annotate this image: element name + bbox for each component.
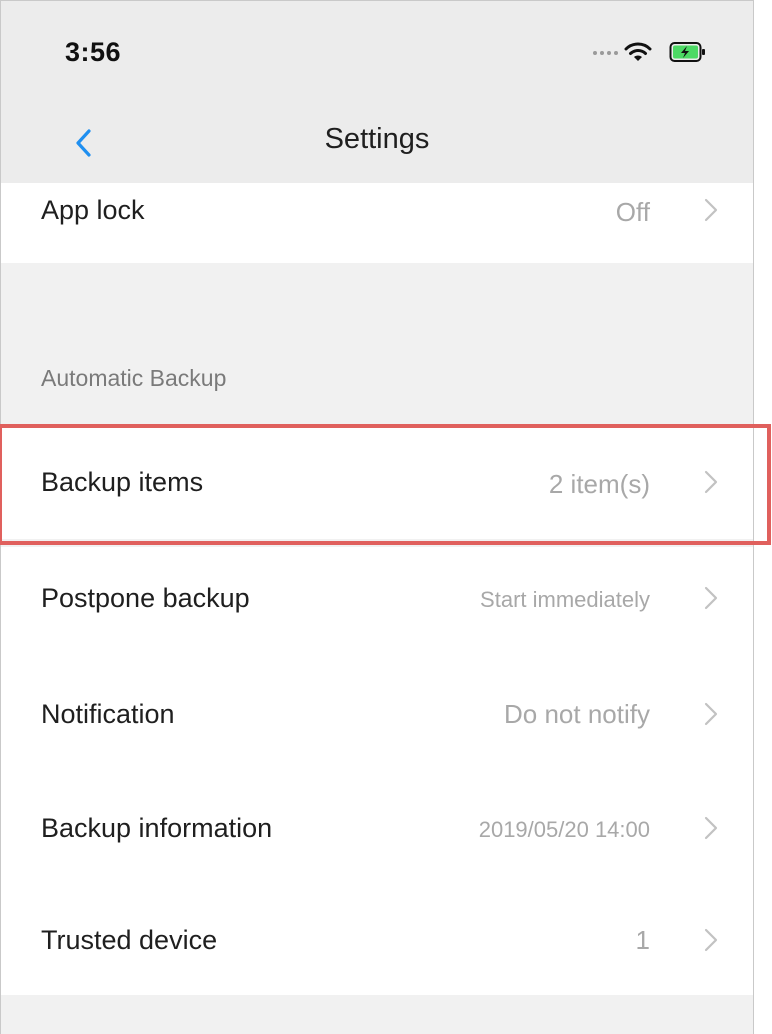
battery-charging-icon [669,42,705,62]
row-value: 1 [635,925,650,955]
chevron-right-icon [704,816,718,840]
trusted-device-row[interactable]: Trusted device 1 [1,883,753,995]
row-value: 2 item(s) [548,469,650,499]
row-label: Backup items [41,467,204,497]
postpone-backup-row[interactable]: Postpone backup Start immediately [1,547,753,659]
chevron-right-icon [704,928,718,952]
chevron-right-icon [704,586,718,610]
row-value: Off [615,197,650,227]
navigation-bar: Settings [1,101,753,183]
row-label: App lock [41,195,145,225]
row-value: Start immediately [480,587,650,612]
signal-icon [593,51,618,55]
section-header: Automatic Backup [41,365,227,391]
chevron-right-icon [704,702,718,726]
row-label: Postpone backup [41,583,250,613]
backup-information-row[interactable]: Backup information 2019/05/20 14:00 [1,771,753,883]
app-lock-row[interactable]: App lock Off [1,183,753,263]
backup-items-row[interactable]: Backup items 2 item(s) [1,427,753,539]
row-value: Do not notify [504,699,650,729]
app-screen: 3:56 Settings App lock Off Automatic Bac… [0,0,754,1034]
row-label: Trusted device [41,925,218,955]
status-time: 3:56 [65,37,122,67]
status-bar: 3:56 [1,1,753,101]
notification-row[interactable]: Notification Do not notify [1,659,753,771]
row-value: 2019/05/20 14:00 [478,817,650,842]
page-title: Settings [324,123,430,155]
chevron-right-icon [704,470,718,494]
chevron-right-icon [704,198,718,222]
row-label: Backup information [41,813,273,843]
row-label: Notification [41,699,175,729]
wifi-icon [624,42,652,61]
